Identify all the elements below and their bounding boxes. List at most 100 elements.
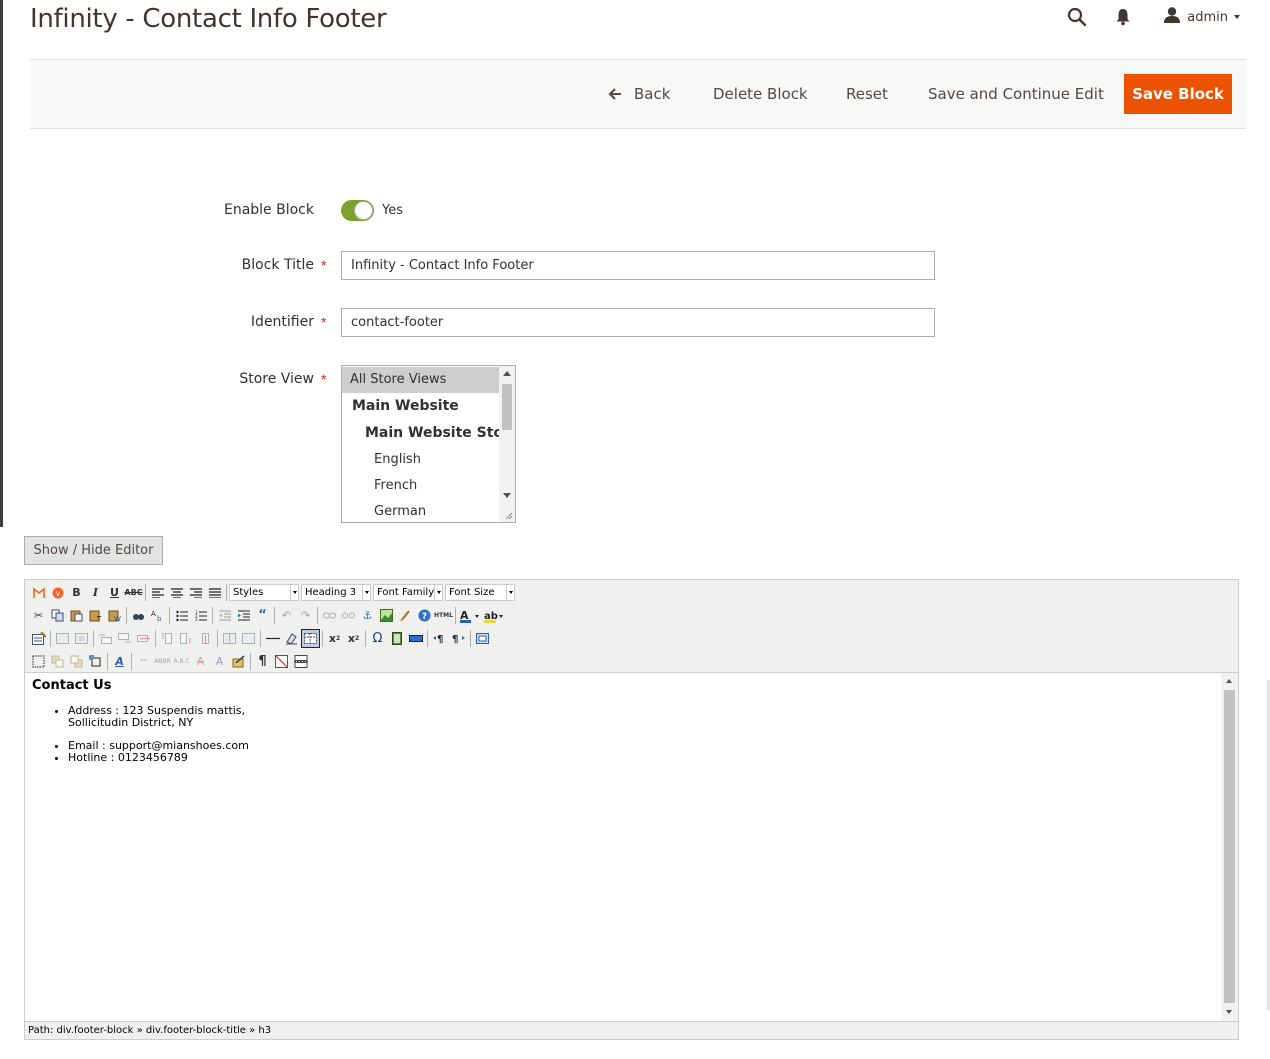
delete-col-icon[interactable] (196, 629, 215, 648)
visual-aid-icon[interactable] (301, 629, 320, 648)
indent-icon[interactable] (234, 606, 253, 625)
cut-icon[interactable]: ✂ (29, 606, 48, 625)
magento-variable-icon[interactable]: v (48, 583, 67, 602)
font-size-dropdown[interactable]: Font Size (445, 584, 515, 601)
attribs-icon[interactable] (229, 652, 248, 671)
align-left-icon[interactable] (148, 583, 167, 602)
align-center-icon[interactable] (167, 583, 186, 602)
insert-widget-icon[interactable] (406, 629, 425, 648)
help-icon[interactable]: ? (415, 606, 434, 625)
scroll-thumb[interactable] (1224, 690, 1235, 1003)
delete-block-button[interactable]: Delete Block (713, 74, 808, 114)
link-icon[interactable] (320, 606, 339, 625)
admin-user-menu[interactable]: admin (1163, 6, 1240, 29)
del-icon[interactable]: A (191, 652, 210, 671)
paste-icon[interactable] (67, 606, 86, 625)
underline-icon[interactable]: U (105, 583, 124, 602)
pilcrow-icon[interactable]: ¶ (253, 652, 272, 671)
horizontal-rule-icon[interactable] (263, 629, 282, 648)
ltr-icon[interactable]: ¶ (430, 629, 449, 648)
font-family-dropdown[interactable]: Font Family (373, 584, 443, 601)
scroll-up-arrow-icon[interactable] (1226, 679, 1232, 683)
editor-scrollbar[interactable] (1221, 673, 1238, 1021)
non-breaking-icon[interactable] (272, 652, 291, 671)
row-after-icon[interactable] (115, 629, 134, 648)
store-option-english[interactable]: English (342, 447, 499, 473)
anchor-icon[interactable]: ⚓ (358, 606, 377, 625)
remove-format-icon[interactable] (282, 629, 301, 648)
page-break-icon[interactable] (291, 652, 310, 671)
insert-layer-icon[interactable] (29, 652, 48, 671)
move-forward-icon[interactable] (48, 652, 67, 671)
store-view-multiselect[interactable]: All Store Views Main Website Main Websit… (341, 365, 516, 523)
replace-icon[interactable]: Ab (148, 606, 167, 625)
copy-icon[interactable] (48, 606, 67, 625)
cite-icon[interactable]: “” (134, 652, 153, 671)
subscript-icon[interactable]: x2 (325, 629, 344, 648)
rtl-icon[interactable]: ¶ (449, 629, 468, 648)
abbr-icon[interactable]: ABBR (153, 652, 172, 671)
store-view-scrollbar[interactable] (499, 366, 515, 522)
notifications-bell-icon[interactable] (1111, 5, 1135, 29)
bold-icon[interactable]: B (67, 583, 86, 602)
scroll-up-arrow-icon[interactable] (503, 371, 511, 376)
show-hide-editor-button[interactable]: Show / Hide Editor (24, 536, 163, 565)
store-option-german[interactable]: German (342, 499, 499, 522)
col-before-icon[interactable] (158, 629, 177, 648)
move-backward-icon[interactable] (67, 652, 86, 671)
bullet-list-icon[interactable] (172, 606, 191, 625)
row-before-icon[interactable] (96, 629, 115, 648)
col-after-icon[interactable] (177, 629, 196, 648)
store-option-french[interactable]: French (342, 473, 499, 499)
format-dropdown[interactable]: Heading 3 (301, 584, 371, 601)
ins-icon[interactable]: A (210, 652, 229, 671)
delete-row-icon[interactable] (134, 629, 153, 648)
align-right-icon[interactable] (186, 583, 205, 602)
superscript-icon[interactable]: x2 (344, 629, 363, 648)
editor-content-area[interactable]: Contact Us Address : 123 Suspendis matti… (25, 673, 1221, 1021)
styles-dropdown[interactable]: Styles (229, 584, 299, 601)
cell-props-icon[interactable] (72, 629, 91, 648)
identifier-input[interactable]: contact-footer (341, 308, 935, 337)
split-cells-icon[interactable] (220, 629, 239, 648)
text-color-icon[interactable]: A (458, 606, 482, 625)
save-and-continue-button[interactable]: Save and Continue Edit (928, 74, 1104, 114)
undo-icon[interactable]: ↶ (277, 606, 296, 625)
merge-cells-icon[interactable] (239, 629, 258, 648)
absolute-position-icon[interactable] (86, 652, 105, 671)
resize-grip-icon[interactable] (505, 512, 513, 520)
outdent-icon[interactable] (215, 606, 234, 625)
italic-icon[interactable]: I (86, 583, 105, 602)
strikethrough-icon[interactable]: ABC (124, 583, 143, 602)
row-props-icon[interactable] (53, 629, 72, 648)
align-justify-icon[interactable] (205, 583, 224, 602)
magento-widget-icon[interactable] (29, 583, 48, 602)
back-button[interactable]: Back (608, 74, 670, 114)
image-icon[interactable] (377, 606, 396, 625)
paste-word-icon[interactable]: W (105, 606, 124, 625)
redo-icon[interactable]: ↷ (296, 606, 315, 625)
store-option-all[interactable]: All Store Views (342, 367, 499, 393)
block-title-input[interactable]: Infinity - Contact Info Footer (341, 251, 935, 280)
acronym-icon[interactable]: A.B.C (172, 652, 191, 671)
background-color-icon[interactable]: ab (482, 606, 506, 625)
fullscreen-icon[interactable] (473, 629, 492, 648)
reset-button[interactable]: Reset (846, 74, 888, 114)
numbered-list-icon[interactable]: 123 (191, 606, 210, 625)
table-insert-icon[interactable] (29, 629, 48, 648)
scroll-down-arrow-icon[interactable] (503, 493, 511, 498)
save-block-button[interactable]: Save Block (1124, 74, 1232, 114)
cleanup-icon[interactable] (396, 606, 415, 625)
blockquote-icon[interactable]: “ (253, 606, 272, 625)
scroll-down-arrow-icon[interactable] (1226, 1010, 1232, 1014)
search-icon[interactable] (1065, 5, 1089, 29)
scroll-thumb[interactable] (502, 384, 512, 430)
style-props-icon[interactable]: A (110, 652, 129, 671)
find-icon[interactable] (129, 606, 148, 625)
paste-text-icon[interactable]: T (86, 606, 105, 625)
html-source-icon[interactable]: HTML (434, 606, 453, 625)
media-icon[interactable] (387, 629, 406, 648)
special-char-icon[interactable]: Ω (368, 629, 387, 648)
enable-block-toggle[interactable] (341, 200, 374, 221)
unlink-icon[interactable] (339, 606, 358, 625)
